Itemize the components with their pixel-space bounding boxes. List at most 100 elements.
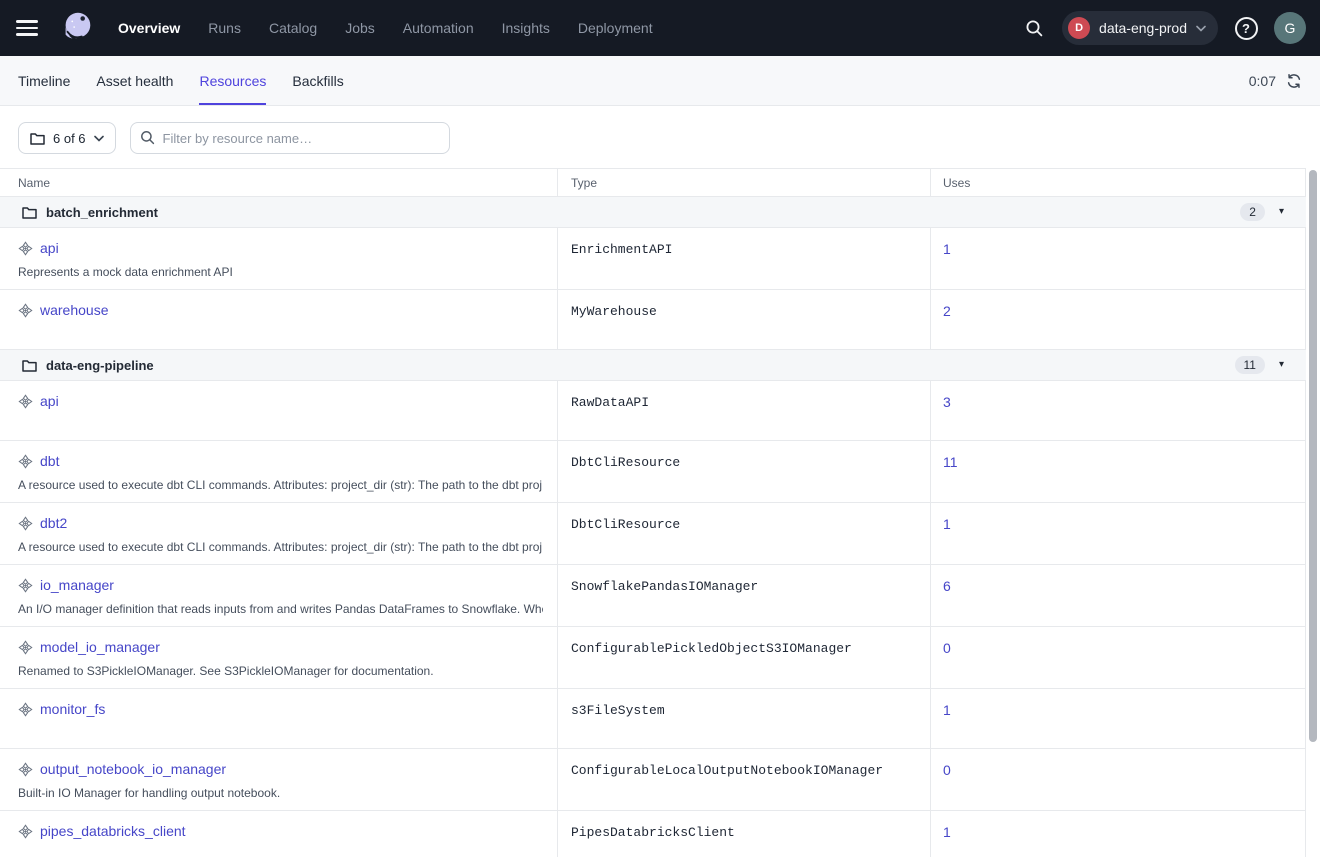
tab-asset-health[interactable]: Asset health [96, 56, 173, 105]
deployment-initial-badge: D [1068, 17, 1090, 39]
group-count-badge: 11 [1235, 356, 1265, 374]
search-icon[interactable] [1018, 12, 1050, 44]
resource-icon [18, 578, 33, 593]
column-header-name: Name [0, 169, 557, 196]
uses-count-link[interactable]: 3 [943, 394, 951, 410]
uses-count-link[interactable]: 1 [943, 824, 951, 840]
resource-uses-cell: 6 [930, 565, 1306, 626]
resource-type-cell: s3FileSystem [557, 689, 930, 748]
nav-item-catalog[interactable]: Catalog [269, 20, 317, 36]
table-row: output_notebook_io_managerBuilt-in IO Ma… [0, 749, 1306, 811]
user-avatar[interactable]: G [1274, 12, 1306, 44]
table-row: pipes_databricks_client PipesDatabricksCl… [0, 811, 1306, 857]
group-row-batch_enrichment[interactable]: batch_enrichment2▾ [0, 197, 1306, 228]
folder-icon [22, 206, 37, 219]
resource-link[interactable]: dbt2 [40, 515, 67, 531]
vertical-scrollbar[interactable] [1309, 170, 1317, 742]
resource-link[interactable]: pipes_databricks_client [40, 823, 186, 839]
resource-uses-cell: 11 [930, 441, 1306, 502]
tab-resources[interactable]: Resources [199, 56, 266, 105]
resource-icon [18, 394, 33, 409]
deployment-name: data-eng-prod [1099, 20, 1187, 36]
nav-item-jobs[interactable]: Jobs [345, 20, 375, 36]
resource-name-cell: io_manager An I/O manager definition that… [0, 565, 557, 626]
nav-item-deployment[interactable]: Deployment [578, 20, 653, 36]
resource-uses-cell: 0 [930, 749, 1306, 810]
resource-icon [18, 824, 33, 839]
resource-link[interactable]: dbt [40, 453, 59, 469]
nav-item-automation[interactable]: Automation [403, 20, 474, 36]
uses-count-link[interactable]: 1 [943, 241, 951, 257]
top-navigation-bar: Overview Runs Catalog Jobs Automation Insight… [0, 0, 1320, 56]
resource-description: A resource used to execute dbt CLI comma… [18, 478, 543, 492]
resource-filter-input[interactable] [130, 122, 450, 154]
resource-uses-cell: 2 [930, 290, 1306, 349]
table-row: api RawDataAPI 3 [0, 381, 1306, 441]
deployment-switcher[interactable]: D data-eng-prod [1062, 11, 1218, 45]
resource-type-cell: SnowflakePandasIOManager [557, 565, 930, 626]
hamburger-menu-icon[interactable] [16, 14, 44, 42]
overview-tab-bar: Timeline Asset health Resources Backfills 0… [0, 56, 1320, 106]
group-collapse-caret-icon[interactable]: ▾ [1279, 207, 1284, 217]
resource-link[interactable]: output_notebook_io_manager [40, 761, 226, 777]
resource-icon [18, 516, 33, 531]
folder-icon [22, 359, 37, 372]
resource-icon [18, 702, 33, 717]
resource-name-cell: api [0, 381, 557, 440]
nav-item-insights[interactable]: Insights [502, 20, 550, 36]
resource-icon [18, 762, 33, 777]
resource-type-cell: ConfigurableLocalOutputNotebookIOManager [557, 749, 930, 810]
group-collapse-caret-icon[interactable]: ▾ [1279, 360, 1284, 370]
resource-link[interactable]: warehouse [40, 302, 109, 318]
tab-timeline[interactable]: Timeline [18, 56, 70, 105]
tab-backfills[interactable]: Backfills [292, 56, 343, 105]
nav-item-overview[interactable]: Overview [118, 20, 180, 36]
folder-icon [30, 132, 45, 145]
resource-name-cell: pipes_databricks_client [0, 811, 557, 857]
refresh-timer: 0:07 [1249, 73, 1276, 89]
resource-link[interactable]: io_manager [40, 577, 114, 593]
uses-count-link[interactable]: 11 [943, 454, 958, 470]
resource-description: A resource used to execute dbt CLI comma… [18, 540, 543, 554]
resource-link[interactable]: model_io_manager [40, 639, 160, 655]
group-row-data-eng-pipeline[interactable]: data-eng-pipeline11▾ [0, 350, 1306, 381]
table-row: dbt2 A resource used to execute dbt CLI c… [0, 503, 1306, 565]
resource-link[interactable]: api [40, 393, 59, 409]
dagster-logo-icon[interactable] [58, 9, 96, 47]
resource-type-cell: ConfigurablePickledObjectS3IOManager [557, 627, 930, 688]
resource-name-cell: dbt A resource used to execute dbt CLI co… [0, 441, 557, 502]
resource-name-cell: dbt2 A resource used to execute dbt CLI c… [0, 503, 557, 564]
chevron-down-icon [94, 135, 104, 142]
resource-type-cell: RawDataAPI [557, 381, 930, 440]
uses-count-link[interactable]: 1 [943, 516, 951, 532]
uses-count-link[interactable]: 6 [943, 578, 951, 594]
resource-uses-cell: 1 [930, 811, 1306, 857]
tabs: Timeline Asset health Resources Backfills [18, 56, 344, 105]
resource-uses-cell: 1 [930, 689, 1306, 748]
resource-description: An I/O manager definition that reads inp… [18, 602, 543, 616]
resource-icon [18, 241, 33, 256]
help-icon[interactable]: ? [1230, 12, 1262, 44]
group-name: batch_enrichment [46, 205, 158, 220]
resource-type-cell: DbtCliResource [557, 441, 930, 502]
resource-name-cell: monitor_fs [0, 689, 557, 748]
uses-count-link[interactable]: 1 [943, 702, 951, 718]
resource-icon [18, 454, 33, 469]
resource-uses-cell: 3 [930, 381, 1306, 440]
resource-link[interactable]: monitor_fs [40, 701, 105, 717]
resource-uses-cell: 0 [930, 627, 1306, 688]
nav-item-runs[interactable]: Runs [208, 20, 241, 36]
uses-count-link[interactable]: 0 [943, 762, 951, 778]
column-header-uses: Uses [930, 169, 1306, 196]
resource-name-cell: model_io_managerRenamed to S3PickleIOMan… [0, 627, 557, 688]
resource-type-cell: PipesDatabricksClient [557, 811, 930, 857]
group-count-dropdown[interactable]: 6 of 6 [18, 122, 116, 154]
resource-link[interactable]: api [40, 240, 59, 256]
uses-count-link[interactable]: 0 [943, 640, 951, 656]
table-row: monitor_fs s3FileSystem 1 [0, 689, 1306, 749]
uses-count-link[interactable]: 2 [943, 303, 951, 319]
resource-icon [18, 640, 33, 655]
resource-icon [18, 303, 33, 318]
resource-name-cell: output_notebook_io_managerBuilt-in IO Ma… [0, 749, 557, 810]
refresh-icon[interactable] [1286, 73, 1302, 89]
